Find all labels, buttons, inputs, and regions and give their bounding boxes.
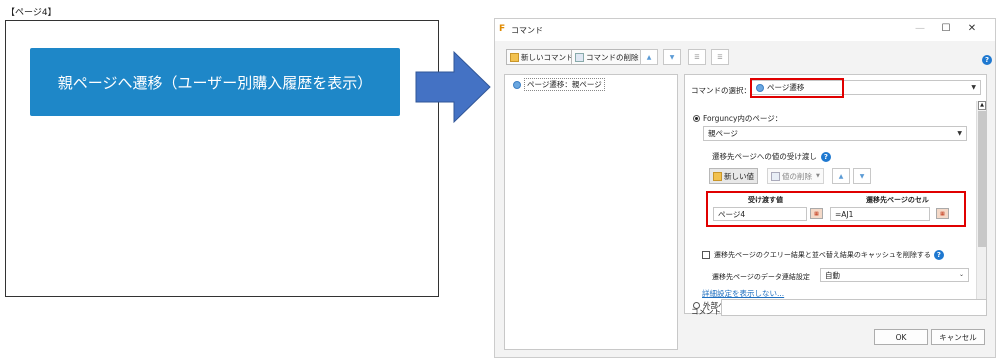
close-icon[interactable]: ✕ (965, 23, 979, 34)
radio-selected-icon (693, 115, 700, 122)
move-down-button[interactable]: ▼ (663, 49, 681, 65)
value-down-button[interactable]: ▼ (853, 168, 871, 184)
target-cell-text: =AJ1 (835, 209, 854, 219)
internal-page-select[interactable]: 親ページ ▼ (703, 126, 967, 141)
internal-page-option-label: Forguncy内のページ： (703, 114, 783, 123)
new-command-label: 新しいコマンド (521, 52, 574, 62)
cancel-label: キャンセル (939, 332, 977, 342)
delete-icon (575, 52, 584, 62)
globe-icon (513, 80, 521, 89)
table-header: 遷移先ページのセル (866, 196, 929, 204)
delete-command-button[interactable]: コマンドの削除 (571, 49, 643, 65)
table-header: 受け渡す値 (748, 196, 783, 204)
command-list: ページ遷移：親ページ (504, 74, 678, 350)
clear-cache-label: 遷移先ページのクエリー結果と並べ替え結果のキャッシュを削除する (714, 251, 931, 259)
new-icon (713, 171, 722, 181)
outdent-icon[interactable]: ☰ (711, 49, 729, 65)
new-command-button[interactable]: 新しいコマンド (506, 49, 578, 65)
help-icon[interactable]: ? (933, 250, 944, 260)
help-icon[interactable]: ? (820, 151, 831, 162)
chevron-down-icon: ▼ (971, 84, 976, 91)
internal-page-value: 親ページ (708, 129, 738, 138)
maximize-icon[interactable]: ☐ (939, 23, 953, 34)
ok-label: OK (895, 332, 907, 342)
data-link-label: 遷移先ページのデータ連結設定 (712, 273, 810, 281)
data-link-value: 自動 (825, 270, 840, 280)
hide-details-link[interactable]: 詳細設定を表示しない... (702, 288, 784, 299)
data-link-select[interactable]: 自動 ⌄ (820, 268, 969, 282)
cell-picker-icon[interactable]: ▦ (810, 208, 823, 219)
new-value-button[interactable]: 新しい値 (709, 168, 758, 184)
minimize-icon[interactable]: — (913, 23, 927, 34)
new-icon (510, 52, 519, 62)
comment-label: コメント (691, 307, 721, 316)
delete-icon (771, 171, 780, 181)
move-up-button[interactable]: ▲ (640, 49, 658, 65)
right-arrow-icon (415, 50, 491, 124)
comment-input[interactable] (721, 299, 987, 316)
value-up-button[interactable]: ▲ (832, 168, 850, 184)
list-item[interactable]: ページ遷移：親ページ (513, 78, 605, 91)
app-logo-icon: F (499, 24, 506, 34)
cancel-button[interactable]: キャンセル (931, 329, 985, 345)
chevron-down-icon: ⌄ (958, 271, 964, 278)
command-dialog: F コマンド — ☐ ✕ 新しいコマンド コマンドの削除 ▲ ▼ ☰ ☰ ? ペ… (494, 18, 996, 358)
pass-values-section: 遷移先ページへの値の受け渡し ? (712, 151, 831, 162)
indent-icon[interactable]: ☰ (688, 49, 706, 65)
chevron-down-icon: ▼ (816, 173, 820, 179)
new-value-label: 新しい値 (724, 171, 754, 181)
parent-page-nav-button[interactable]: 親ページへ遷移（ユーザー別購入履歴を表示） (30, 48, 400, 116)
dialog-title: コマンド (511, 26, 543, 35)
ok-button[interactable]: OK (874, 329, 928, 345)
clear-cache-checkbox[interactable]: 遷移先ページのクエリー結果と並べ替え結果のキャッシュを削除する ? (702, 250, 944, 260)
help-icon[interactable]: ? (982, 55, 992, 65)
value-table: 受け渡す値 遷移先ページのセル ページ4 ▦ =AJ1 ▦ (706, 191, 966, 227)
title-bar: F コマンド — ☐ ✕ (495, 19, 995, 41)
cell-picker-icon[interactable]: ▦ (936, 208, 949, 219)
command-select-label: コマンドの選択： (691, 86, 751, 95)
scroll-thumb[interactable] (978, 111, 986, 247)
command-settings-pane: コマンドの選択： ページ遷移 ▼ ▲ ▼ Forguncy内のページ： 親ページ… (684, 74, 987, 314)
target-cell-input[interactable]: =AJ1 (830, 207, 930, 221)
checkbox-icon (702, 251, 710, 259)
pass-value-input[interactable]: ページ4 (713, 207, 807, 221)
list-item-label: ページ遷移：親ページ (524, 78, 605, 91)
highlight-box (750, 78, 844, 98)
page-label: 【ページ4】 (6, 8, 57, 18)
internal-page-option[interactable]: Forguncy内のページ： (693, 113, 782, 124)
delete-value-label: 値の削除 (782, 171, 812, 181)
delete-value-button[interactable]: 値の削除 ▼ (767, 168, 824, 184)
chevron-down-icon: ▼ (957, 130, 962, 137)
scrollbar[interactable]: ▲ ▼ (976, 101, 986, 309)
pass-value-text: ページ4 (718, 209, 746, 219)
delete-command-label: コマンドの削除 (586, 52, 639, 62)
pass-values-label: 遷移先ページへの値の受け渡し (712, 152, 817, 161)
scroll-up-icon[interactable]: ▲ (978, 101, 986, 110)
